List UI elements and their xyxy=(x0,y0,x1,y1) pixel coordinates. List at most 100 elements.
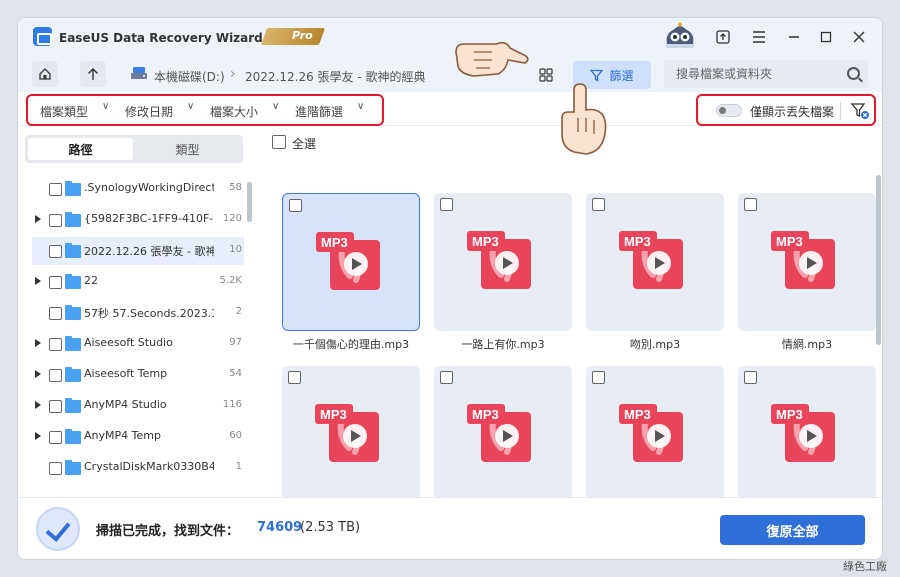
tree-label: Aiseesoft Temp xyxy=(84,367,168,380)
file-checkbox[interactable] xyxy=(440,198,453,211)
filter-file-type[interactable]: 檔案類型 xyxy=(40,103,88,120)
tree-checkbox[interactable] xyxy=(49,214,62,227)
file-checkbox[interactable] xyxy=(592,371,605,384)
filter-file-size[interactable]: 檔案大小 xyxy=(210,103,258,120)
file-card[interactable]: MP3 xyxy=(586,193,724,331)
tree-row[interactable]: 22 5.2K xyxy=(18,268,244,296)
file-checkbox[interactable] xyxy=(440,371,453,384)
search-box[interactable] xyxy=(664,60,868,88)
tree-row[interactable]: 57秒 57.Seconds.2023.1080... 2 xyxy=(18,299,244,327)
breadcrumb-folder[interactable]: 2022.12.26 張學友 - 歌神的經典 xyxy=(245,68,425,85)
filter-dropdown-group: 檔案類型 ∨ 修改日期 ∨ 檔案大小 ∨ 進階篩選 ∨ xyxy=(26,94,384,126)
tree-checkbox[interactable] xyxy=(49,400,62,413)
chevron-down-icon[interactable]: ∨ xyxy=(272,101,279,112)
file-card[interactable]: MP3 xyxy=(434,193,572,331)
tree-row[interactable]: {5982F3BC-1FF9-410F-8F6... 120 xyxy=(18,206,244,234)
tree-label: Aiseesoft Studio xyxy=(84,336,173,349)
svg-text:MP3: MP3 xyxy=(472,407,499,422)
recover-all-button[interactable]: 復原全部 xyxy=(720,515,865,545)
owl-mascot-icon[interactable] xyxy=(663,22,697,50)
upload-icon[interactable] xyxy=(712,26,734,48)
tree-checkbox[interactable] xyxy=(49,307,62,320)
tree-label: 2022.12.26 張學友 - 歌神... xyxy=(84,245,214,258)
tree-label: .SynologyWorkingDirectory xyxy=(84,181,214,194)
tree-checkbox[interactable] xyxy=(49,338,62,351)
found-count: 74609 xyxy=(257,520,303,535)
minimize-icon[interactable] xyxy=(783,26,805,48)
file-checkbox[interactable] xyxy=(592,198,605,211)
breadcrumb-drive[interactable]: 本機磁碟(D:) xyxy=(154,68,225,85)
file-card[interactable]: MP3 xyxy=(282,366,420,504)
tree-count: 1 xyxy=(235,461,242,472)
menu-icon[interactable] xyxy=(748,26,770,48)
file-card[interactable]: MP3 xyxy=(738,366,876,504)
folder-icon xyxy=(65,398,81,413)
tree-label: CrystalDiskMark0330B4A1 xyxy=(84,460,214,473)
chevron-down-icon[interactable]: ∨ xyxy=(102,101,109,112)
clear-filter-icon[interactable] xyxy=(850,101,870,121)
tab-type[interactable]: 類型 xyxy=(135,138,240,160)
chevron-down-icon[interactable]: ∨ xyxy=(187,101,194,112)
svg-text:MP3: MP3 xyxy=(624,407,651,422)
tree-label: 22 xyxy=(84,274,98,287)
file-card[interactable]: MP3 xyxy=(586,366,724,504)
tree-row[interactable]: CrystalDiskMark0330B4A1 1 xyxy=(18,454,244,482)
tree-count: 58 xyxy=(229,182,242,193)
grid-view-icon xyxy=(539,68,553,82)
expand-arrow-icon[interactable] xyxy=(35,339,41,347)
tab-path[interactable]: 路徑 xyxy=(28,138,133,160)
filter-modified-date[interactable]: 修改日期 xyxy=(125,103,173,120)
search-input[interactable] xyxy=(664,60,834,88)
search-icon[interactable] xyxy=(847,67,860,80)
tree-checkbox[interactable] xyxy=(49,431,62,444)
chevron-down-icon[interactable]: ∨ xyxy=(357,101,364,112)
expand-arrow-icon[interactable] xyxy=(35,401,41,409)
tree-checkbox[interactable] xyxy=(49,245,62,258)
watermark: 綠色工廠 xyxy=(843,560,887,573)
file-card[interactable]: MP3 xyxy=(434,366,572,504)
filter-advanced[interactable]: 進階篩選 xyxy=(295,103,343,120)
tree-checkbox[interactable] xyxy=(49,369,62,382)
pro-badge-label: Pro xyxy=(292,29,313,42)
mp3-file-icon: MP3 xyxy=(316,232,380,290)
divider xyxy=(840,102,841,120)
file-checkbox[interactable] xyxy=(288,371,301,384)
tree-label: AnyMP4 Temp xyxy=(84,429,161,442)
file-card[interactable]: MP3 xyxy=(738,193,876,331)
tree-row-selected[interactable]: 2022.12.26 張學友 - 歌神... 10 xyxy=(32,237,244,265)
tree-checkbox[interactable] xyxy=(49,183,62,196)
tree-row[interactable]: Aiseesoft Studio 97 xyxy=(18,330,244,358)
expand-arrow-icon[interactable] xyxy=(35,215,41,223)
up-button[interactable] xyxy=(80,61,106,87)
sidebar-scrollbar[interactable] xyxy=(247,182,252,222)
expand-arrow-icon[interactable] xyxy=(35,370,41,378)
tree-row[interactable]: AnyMP4 Temp 60 xyxy=(18,423,244,451)
home-icon xyxy=(39,68,51,80)
home-button[interactable] xyxy=(32,61,58,87)
tree-checkbox[interactable] xyxy=(49,276,62,289)
file-checkbox[interactable] xyxy=(744,371,757,384)
expand-arrow-icon[interactable] xyxy=(35,277,41,285)
expand-arrow-icon[interactable] xyxy=(35,432,41,440)
file-card[interactable]: MP3 xyxy=(282,193,420,331)
maximize-icon[interactable] xyxy=(815,26,837,48)
tree-row[interactable]: AnyMP4 Studio 116 xyxy=(18,392,244,420)
lost-files-toggle[interactable] xyxy=(716,104,742,117)
mp3-file-icon: MP3 xyxy=(619,404,683,462)
file-checkbox[interactable] xyxy=(744,198,757,211)
tree-count: 5.2K xyxy=(219,275,242,286)
content-scrollbar[interactable] xyxy=(876,175,881,345)
sidebar-tabs: 路徑 類型 xyxy=(25,135,243,163)
pro-badge: Pro xyxy=(260,28,326,45)
tree-checkbox[interactable] xyxy=(49,462,62,475)
folder-icon xyxy=(65,274,81,289)
arrow-up-icon xyxy=(88,68,98,80)
tree-row[interactable]: Aiseesoft Temp 54 xyxy=(18,361,244,389)
file-name: 吻別.mp3 xyxy=(629,338,681,351)
close-icon[interactable] xyxy=(848,26,870,48)
mp3-file-icon: MP3 xyxy=(771,404,835,462)
tree-row[interactable]: .SynologyWorkingDirectory 58 xyxy=(18,175,244,203)
file-checkbox[interactable] xyxy=(289,199,302,212)
check-circle-icon xyxy=(36,507,80,551)
select-all-checkbox[interactable] xyxy=(272,135,286,149)
